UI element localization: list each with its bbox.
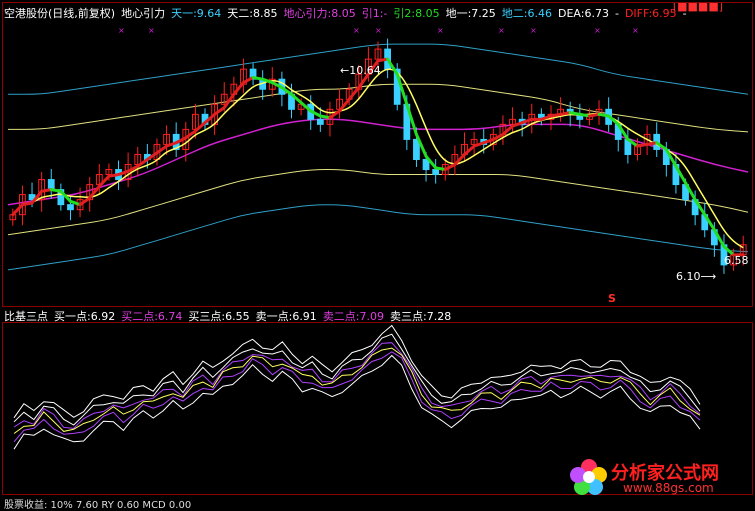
high-value: 10.64: [349, 64, 381, 77]
indicator-value: 卖三点:7.28: [390, 310, 452, 323]
site-logo: 分析家公式网 www.88gs.com: [567, 455, 747, 499]
bottom-cut-text: 股票收益: 10% 7.60 RY 0.60 MCD 0.00: [4, 500, 192, 511]
x-marker: ×: [353, 26, 360, 35]
indicator-value: 卖二点:7.09: [322, 310, 385, 323]
sub-line: [13, 347, 701, 434]
candle-body: [422, 158, 430, 171]
x-marker: ×: [375, 26, 382, 35]
last-value: 6.58: [724, 254, 749, 267]
indicator-value: 买二点:6.74: [121, 310, 183, 323]
flower-icon: [570, 459, 607, 495]
candle-body: [67, 204, 74, 211]
x-marker: ×: [437, 26, 444, 35]
band-line: [7, 204, 749, 271]
x-marker: ×: [148, 26, 155, 35]
trend-segment: [213, 106, 226, 116]
x-marker: ×: [594, 26, 601, 35]
logo-url: www.88gs.com: [623, 481, 714, 495]
ma-line: [12, 68, 744, 249]
low-value: 6.10: [676, 270, 701, 283]
sub-panel-lines: [13, 324, 701, 450]
trend-segment: [193, 121, 207, 133]
last-annotation: 6.58: [724, 254, 749, 267]
top-markers: × × × × × × × × ×: [118, 26, 639, 35]
sub-line: [13, 351, 701, 443]
x-marker: ×: [118, 26, 125, 35]
low-annotation: 6.10⟶: [676, 270, 717, 283]
trend-segment: [462, 144, 476, 156]
trend-segment: [68, 199, 82, 207]
indicator-value: 买三点:6.55: [188, 310, 250, 323]
x-marker: ×: [530, 26, 537, 35]
trend-segment: [126, 164, 140, 173]
trend-segment: [472, 141, 486, 148]
trend-segment: [155, 144, 169, 155]
x-marker: ×: [498, 26, 505, 35]
overlay-lines: [11, 57, 745, 257]
indicator-value: 买一点:6.92: [54, 310, 116, 323]
sell-marker: S: [608, 292, 616, 305]
high-annotation: ←10.64: [340, 64, 381, 77]
trend-segment: [241, 76, 255, 85]
sub-chart-title: 比基三点: [4, 310, 48, 323]
candle-body: [432, 169, 440, 176]
candle-body: [47, 179, 55, 191]
x-marker: ×: [632, 26, 639, 35]
candle-body: [316, 118, 324, 125]
sub-chart-header: 比基三点 买一点:6.92 买二点:6.74 买三点:6.55 卖一点:6.91 卖二点:…: [4, 309, 457, 325]
trend-segment: [443, 163, 457, 172]
trend-segment: [511, 121, 524, 128]
trend-segment: [78, 196, 92, 207]
trend-segment: [11, 203, 24, 217]
indicator-value: 卖一点:6.91: [255, 310, 317, 323]
